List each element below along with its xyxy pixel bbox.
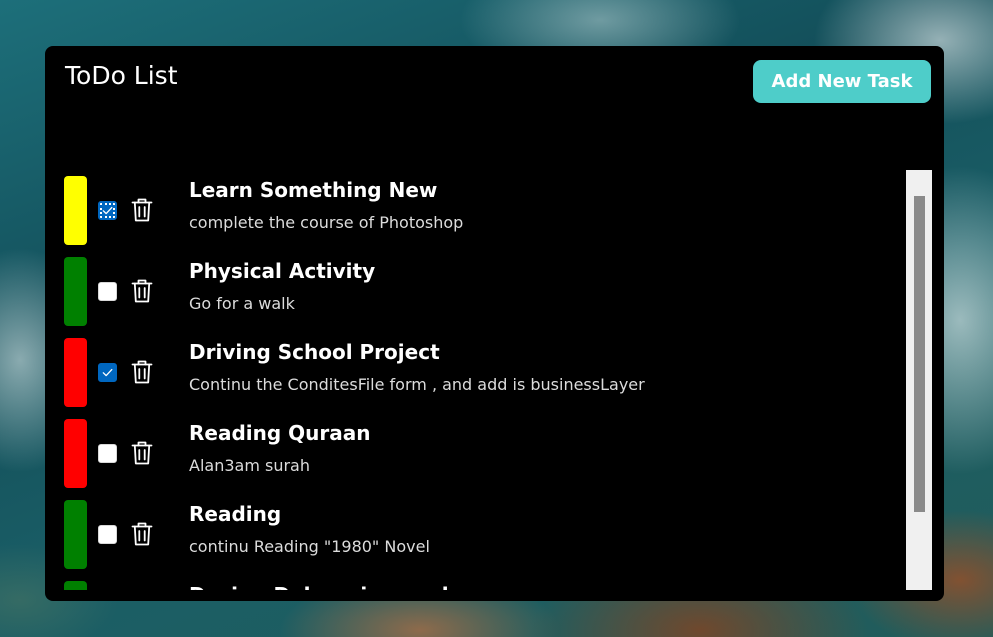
priority-color-bar: [64, 419, 87, 488]
task-title: Design Delaveries work: [189, 581, 455, 590]
task-done-checkbox[interactable]: [98, 444, 117, 463]
task-done-checkbox[interactable]: [98, 363, 117, 382]
task-title: Reading Quraan: [189, 421, 371, 445]
task-description: continu Reading "1980" Novel: [189, 537, 430, 556]
trash-icon[interactable]: [131, 440, 153, 466]
priority-color-bar: [64, 176, 87, 245]
task-item: Reading continu Reading "1980" Novel: [45, 494, 906, 575]
task-item: Learn Something New complete the course …: [45, 170, 906, 251]
trash-icon[interactable]: [131, 197, 153, 223]
add-new-task-button[interactable]: Add New Task: [753, 60, 931, 103]
vertical-scrollbar[interactable]: [906, 170, 932, 590]
task-description: complete the course of Photoshop: [189, 213, 464, 232]
app-title: ToDo List: [65, 61, 178, 90]
trash-icon[interactable]: [131, 359, 153, 385]
priority-color-bar: [64, 257, 87, 326]
priority-color-bar: [64, 500, 87, 569]
task-item: Design Delaveries work: [45, 575, 906, 590]
task-done-checkbox[interactable]: [98, 525, 117, 544]
priority-color-bar: [64, 338, 87, 407]
task-list[interactable]: Learn Something New complete the course …: [45, 170, 906, 590]
task-item: Physical Activity Go for a walk: [45, 251, 906, 332]
checkmark-icon: [102, 368, 113, 377]
task-title: Learn Something New: [189, 178, 438, 202]
desktop-background: ToDo List Add New Task Learn Something N…: [0, 0, 993, 637]
task-done-checkbox[interactable]: [98, 282, 117, 301]
task-title: Driving School Project: [189, 340, 440, 364]
task-description: Continu the ConditesFile form , and add …: [189, 375, 645, 394]
scrollbar-thumb[interactable]: [914, 196, 925, 512]
task-done-checkbox[interactable]: [98, 201, 117, 220]
task-description: Alan3am surah: [189, 456, 310, 475]
priority-color-bar: [64, 581, 87, 590]
task-description: Go for a walk: [189, 294, 295, 313]
task-item: Reading Quraan Alan3am surah: [45, 413, 906, 494]
task-title: Physical Activity: [189, 259, 376, 283]
checkmark-icon: [102, 206, 113, 215]
task-item: Driving School Project Continu the Condi…: [45, 332, 906, 413]
todo-window: ToDo List Add New Task Learn Something N…: [45, 46, 944, 601]
trash-icon[interactable]: [131, 521, 153, 547]
trash-icon[interactable]: [131, 278, 153, 304]
task-title: Reading: [189, 502, 282, 526]
